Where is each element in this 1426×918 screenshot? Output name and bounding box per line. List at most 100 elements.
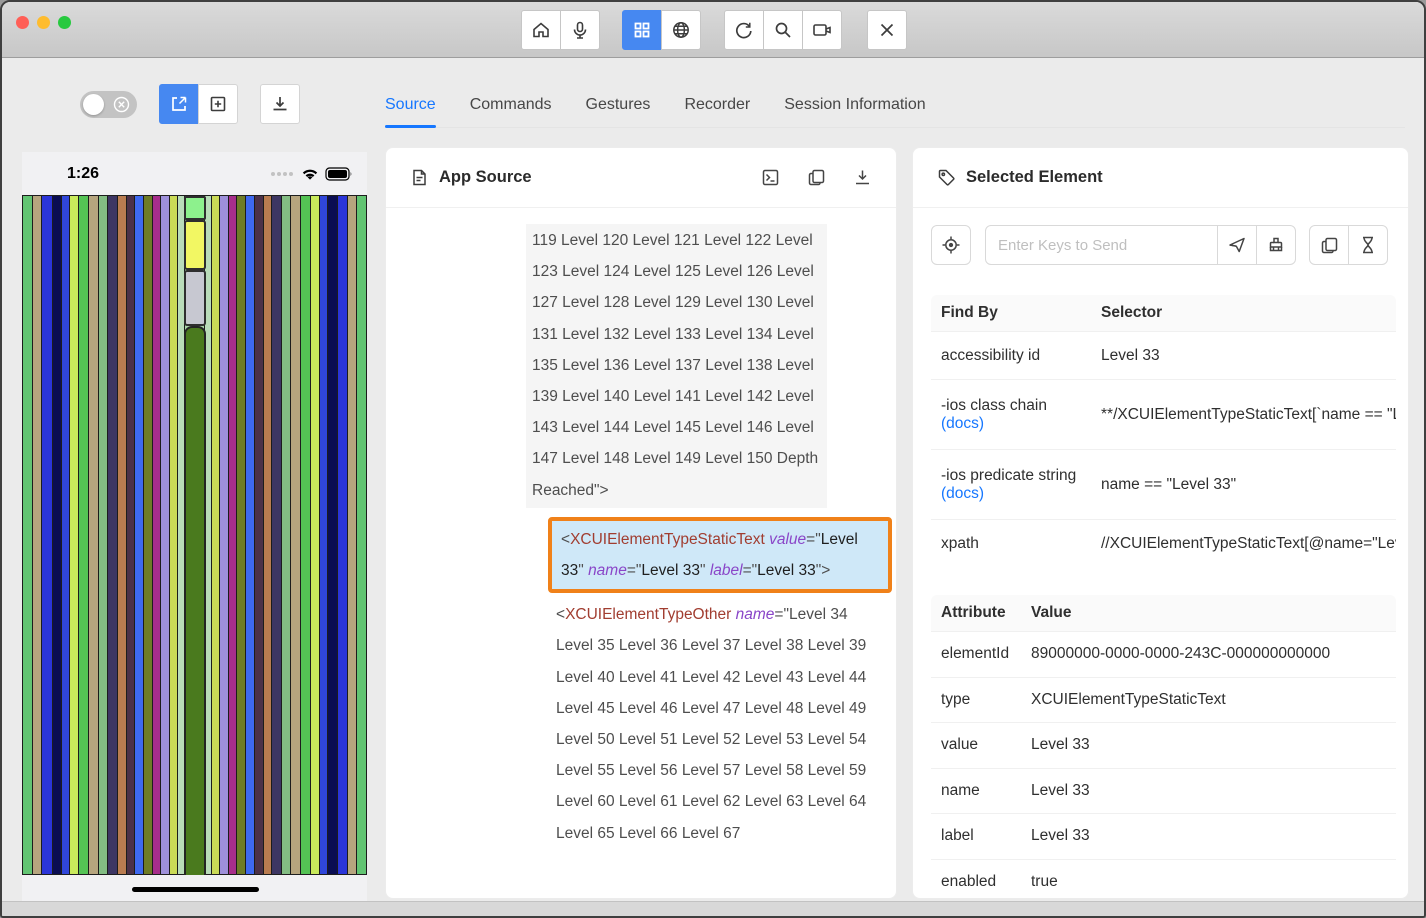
close-window-button[interactable] bbox=[16, 16, 29, 29]
source-tree: 119 Level 120 Level 121 Level 122 Level … bbox=[386, 208, 896, 898]
stripe bbox=[32, 196, 41, 874]
status-time: 1:26 bbox=[67, 165, 99, 183]
copy-icon[interactable] bbox=[807, 168, 826, 187]
hourglass-icon bbox=[1359, 235, 1377, 255]
refresh-icon bbox=[734, 20, 754, 40]
stripe bbox=[228, 196, 236, 874]
xml-other-node[interactable]: <XCUIElementTypeOther name="Level 34 Lev… bbox=[556, 599, 872, 849]
app-grid-button[interactable] bbox=[622, 10, 662, 50]
microphone-icon bbox=[570, 20, 590, 40]
table-row: value Level 33 bbox=[931, 722, 1396, 768]
selected-element-controls bbox=[931, 225, 1391, 265]
stripe bbox=[263, 196, 272, 874]
download-source-icon[interactable] bbox=[853, 168, 872, 187]
download-screenshot-button[interactable] bbox=[260, 84, 300, 124]
docs-link[interactable]: (docs) bbox=[941, 485, 1101, 503]
send-icon bbox=[1227, 235, 1247, 255]
stripe bbox=[319, 196, 327, 874]
center-column bbox=[184, 196, 206, 875]
clear-icon bbox=[1266, 235, 1286, 255]
stripe bbox=[98, 196, 107, 874]
app-source-actions bbox=[761, 168, 872, 187]
selected-element-panel: Selected Element bbox=[912, 147, 1409, 899]
zoom-window-button[interactable] bbox=[58, 16, 71, 29]
search-icon bbox=[773, 20, 793, 40]
tab-gestures[interactable]: Gestures bbox=[586, 96, 651, 114]
copy-icon bbox=[1320, 236, 1339, 255]
swipe-coordinates-button[interactable] bbox=[198, 84, 238, 124]
stripe bbox=[88, 196, 98, 874]
search-button[interactable] bbox=[763, 10, 803, 50]
selected-xml-node-highlight[interactable]: <XCUIElementTypeStaticText value="Level … bbox=[548, 517, 892, 593]
find-by-header: Find By bbox=[931, 304, 1101, 322]
send-keys-input[interactable] bbox=[985, 225, 1218, 265]
app-source-panel: App Source 119 Level 120 Level 121 Level… bbox=[385, 147, 897, 899]
stripe bbox=[69, 196, 78, 874]
browser-button[interactable] bbox=[661, 10, 701, 50]
column-fill bbox=[184, 326, 206, 875]
home-button[interactable] bbox=[521, 10, 561, 50]
screen-recorder-icon bbox=[811, 20, 833, 40]
stripe bbox=[219, 196, 228, 874]
device-screenshot[interactable]: 1:26 bbox=[22, 152, 367, 903]
plus-square-icon bbox=[208, 94, 228, 114]
table-row: enabled true bbox=[931, 859, 1396, 900]
main-tabs: Source Commands Gestures Recorder Sessio… bbox=[385, 82, 1405, 128]
siri-button[interactable] bbox=[560, 10, 600, 50]
toolbar-group-quit bbox=[867, 10, 907, 50]
quit-session-button[interactable] bbox=[867, 10, 907, 50]
stripe bbox=[245, 196, 254, 874]
circle-x-icon bbox=[113, 96, 130, 113]
titlebar bbox=[2, 2, 1424, 58]
table-row: -ios predicate string(docs) name == "Lev… bbox=[931, 449, 1396, 519]
inspector-toggle-switch[interactable] bbox=[80, 91, 137, 118]
clear-keys-button[interactable] bbox=[1256, 225, 1296, 265]
column-segment bbox=[184, 270, 206, 326]
stripe bbox=[41, 196, 52, 874]
xml-parent-tail-node[interactable]: 119 Level 120 Level 121 Level 122 Level … bbox=[526, 224, 827, 508]
stripe bbox=[160, 196, 169, 874]
stripe bbox=[347, 196, 356, 874]
stripe bbox=[300, 196, 310, 874]
tag-icon bbox=[937, 168, 956, 187]
file-text-icon bbox=[410, 168, 429, 187]
table-row: xpath //XCUIElementTypeStaticText[@name=… bbox=[931, 519, 1396, 567]
stripe bbox=[271, 196, 281, 874]
terminal-icon[interactable] bbox=[761, 168, 780, 187]
tab-commands[interactable]: Commands bbox=[470, 96, 552, 114]
minimize-window-button[interactable] bbox=[37, 16, 50, 29]
send-keys-button[interactable] bbox=[1217, 225, 1257, 265]
stripe bbox=[134, 196, 143, 874]
wifi-icon bbox=[300, 166, 320, 181]
screen-record-button[interactable] bbox=[802, 10, 842, 50]
stripe bbox=[356, 196, 367, 874]
find-by-table: Find By Selector accessibility id Level … bbox=[931, 295, 1396, 567]
tab-session-information[interactable]: Session Information bbox=[784, 96, 925, 114]
table-row: elementId 89000000-0000-0000-243C-000000… bbox=[931, 631, 1396, 677]
wait-for-element-button[interactable] bbox=[1348, 225, 1388, 265]
docs-link[interactable]: (docs) bbox=[941, 415, 1101, 433]
table-row: type XCUIElementTypeStaticText bbox=[931, 677, 1396, 723]
stripe bbox=[290, 196, 300, 874]
selected-element-title: Selected Element bbox=[966, 168, 1103, 187]
device-status-bar: 1:26 bbox=[22, 152, 367, 195]
stripe bbox=[78, 196, 88, 874]
app-source-title: App Source bbox=[439, 168, 532, 187]
tab-recorder[interactable]: Recorder bbox=[684, 96, 750, 114]
column-segment bbox=[184, 196, 206, 220]
stripe bbox=[117, 196, 126, 874]
locate-element-button[interactable] bbox=[931, 225, 971, 265]
copy-attributes-button[interactable] bbox=[1309, 225, 1349, 265]
stripe bbox=[254, 196, 263, 874]
traffic-lights bbox=[16, 16, 71, 29]
tab-source[interactable]: Source bbox=[385, 96, 436, 114]
selected-xml-node: <XCUIElementTypeStaticText value="Level … bbox=[552, 521, 888, 589]
send-keys-group bbox=[985, 225, 1296, 265]
select-element-button[interactable] bbox=[159, 84, 199, 124]
stripe bbox=[107, 196, 117, 874]
stripe bbox=[126, 196, 135, 874]
stripe bbox=[61, 196, 69, 874]
stripe bbox=[152, 196, 160, 874]
refresh-button[interactable] bbox=[724, 10, 764, 50]
close-icon bbox=[878, 21, 896, 39]
